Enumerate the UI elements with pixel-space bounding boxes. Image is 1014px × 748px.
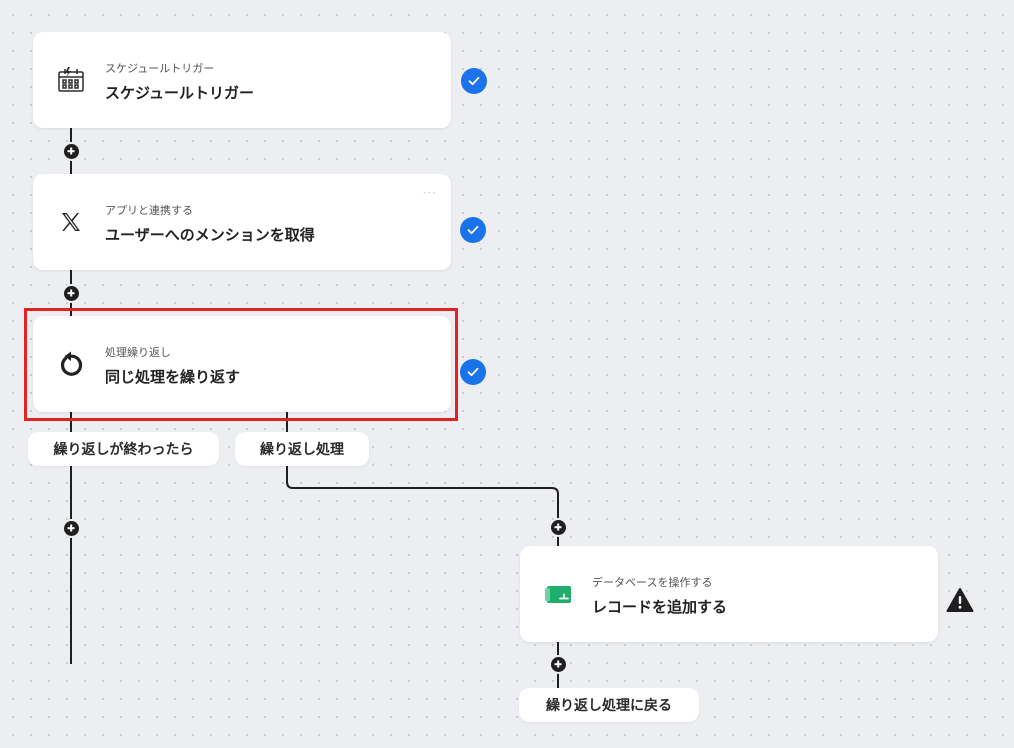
flow-step-add-record[interactable]: データベースを操作する レコードを追加する	[520, 546, 938, 642]
branch-after-loop[interactable]: 繰り返しが終わったら	[28, 432, 219, 466]
flow-step-get-mentions[interactable]: ··· アプリと連携する ユーザーへのメンションを取得	[33, 174, 451, 270]
branch-loop-body[interactable]: 繰り返し処理	[235, 432, 369, 466]
x-logo-icon	[53, 204, 89, 240]
step-title: ユーザーへのメンションを取得	[105, 226, 315, 244]
step-title: スケジュールトリガー	[105, 84, 254, 102]
calendar-clock-icon	[53, 62, 89, 98]
add-step-button[interactable]	[550, 656, 566, 672]
branch-return-to-loop[interactable]: 繰り返し処理に戻る	[519, 688, 699, 722]
add-step-button[interactable]	[550, 519, 566, 535]
step-title: レコードを追加する	[592, 598, 728, 616]
flow-step-schedule-trigger[interactable]: スケジュールトリガー スケジュールトリガー	[33, 32, 451, 128]
check-icon	[460, 217, 486, 243]
more-menu-icon[interactable]: ···	[423, 186, 437, 200]
step-title: 同じ処理を繰り返す	[105, 368, 241, 386]
step-category: 処理繰り返し	[105, 346, 171, 359]
check-icon	[460, 359, 486, 385]
warning-icon	[946, 588, 974, 612]
loop-arrow-icon	[53, 346, 89, 382]
add-step-button[interactable]	[63, 285, 79, 301]
step-category: アプリと連携する	[105, 204, 193, 217]
step-category: スケジュールトリガー	[105, 62, 215, 75]
add-step-button[interactable]	[63, 143, 79, 159]
database-icon	[540, 576, 576, 612]
flow-step-loop[interactable]: 処理繰り返し 同じ処理を繰り返す	[33, 316, 451, 412]
add-step-button[interactable]	[63, 520, 79, 536]
step-category: データベースを操作する	[592, 576, 713, 589]
check-icon	[461, 68, 487, 94]
